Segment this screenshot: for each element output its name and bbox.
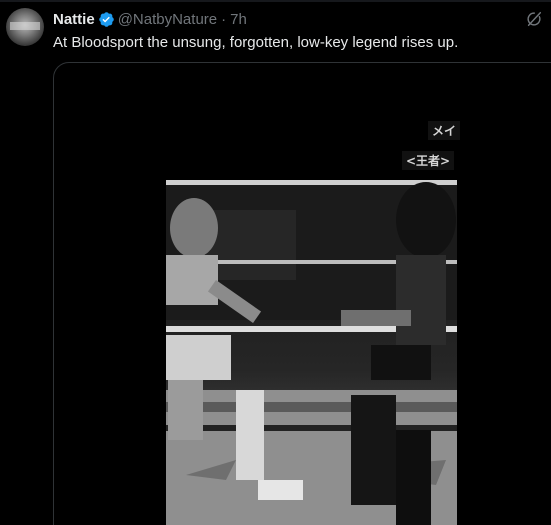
avatar[interactable] [6,8,44,46]
tweet-card[interactable]: Nattie @NatbyNature · 7h At Bloodsport t… [0,0,551,525]
tweet-text: At Bloodsport the unsung, forgotten, low… [53,34,459,51]
verified-badge-icon [98,11,114,27]
video-overlay-label-mid: <王者> [402,151,455,170]
separator-dot: · [221,10,227,28]
avatar-image-detail [10,22,40,30]
wrestling-scene-illustration [166,180,457,525]
author-name[interactable]: Nattie [53,11,95,28]
grok-icon[interactable] [525,10,543,28]
tweet-header: Nattie @NatbyNature · 7h [53,9,247,29]
divider [0,0,551,2]
timestamp[interactable]: 7h [230,11,247,28]
video-overlay-label-top: メイ [428,121,461,140]
author-handle[interactable]: @NatbyNature [118,11,217,28]
video-frame[interactable] [166,180,457,525]
media-container[interactable]: メイ <王者> [53,62,551,525]
